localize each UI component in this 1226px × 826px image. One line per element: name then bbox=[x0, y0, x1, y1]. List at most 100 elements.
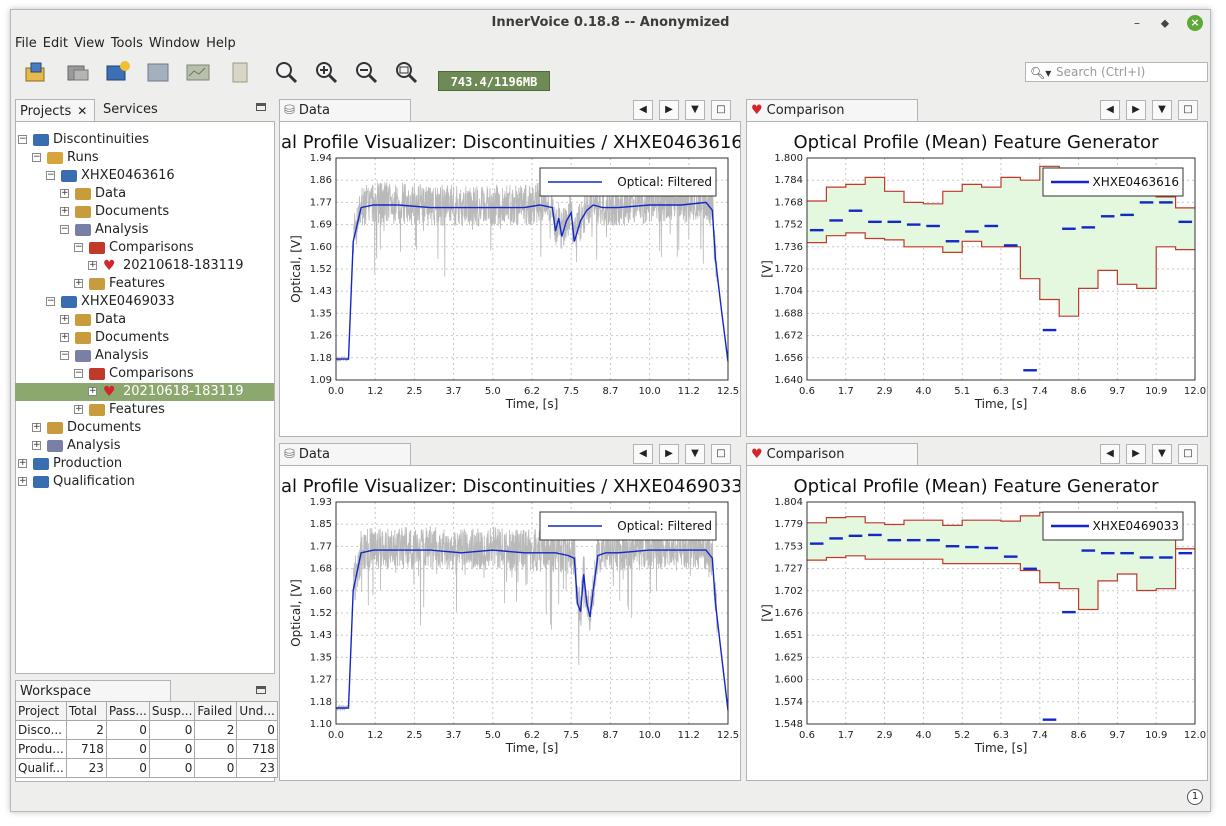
tree-node[interactable]: + ♥ 20210618-183119 bbox=[15, 383, 274, 401]
tree-node[interactable]: − Analysis bbox=[15, 347, 274, 365]
zoom-out-icon[interactable] bbox=[353, 60, 379, 84]
chart[interactable]: 0.6 1.7 2.9 4.0 5.1 6.3 7.4 8.6 9.7 10.9 12.0 1.640… bbox=[747, 122, 1207, 436]
table-row[interactable]: Qualif... 23 0 0 0 23 bbox=[15, 758, 278, 778]
tab-list-icon[interactable]: ▼ bbox=[1152, 100, 1172, 120]
expand-icon[interactable]: + bbox=[60, 333, 69, 342]
tree-node[interactable]: + Features bbox=[15, 275, 274, 293]
tree-node[interactable]: + Documents bbox=[15, 329, 274, 347]
tab-workspace-statistics[interactable]: Workspace Statistics✕ bbox=[15, 680, 171, 722]
search-input[interactable]: 🔍︎▾ Search (Ctrl+I) bbox=[1025, 62, 1208, 82]
expand-icon[interactable]: + bbox=[88, 387, 97, 396]
collapse-icon[interactable]: − bbox=[74, 369, 83, 378]
collapse-icon[interactable]: − bbox=[32, 153, 41, 162]
notification-icon[interactable]: 1 bbox=[1187, 789, 1203, 805]
minimize-panel-icon[interactable] bbox=[256, 103, 266, 111]
maximize-icon[interactable]: ⬥ bbox=[1157, 15, 1173, 31]
scroll-right-icon[interactable]: ▶ bbox=[1126, 444, 1146, 464]
new-project-icon[interactable] bbox=[105, 60, 131, 84]
scroll-left-icon[interactable]: ◀ bbox=[633, 100, 653, 120]
tree-node[interactable]: − Runs bbox=[15, 149, 274, 167]
tab-services[interactable]: Services bbox=[99, 99, 169, 121]
expand-icon[interactable]: + bbox=[60, 315, 69, 324]
expand-icon[interactable]: + bbox=[32, 423, 41, 432]
tree-node[interactable]: − XHXE0469033 bbox=[15, 293, 274, 311]
menu-file[interactable]: File bbox=[13, 35, 39, 53]
scroll-left-icon[interactable]: ◀ bbox=[1100, 444, 1120, 464]
table-row[interactable]: Disco... 2 0 0 2 0 bbox=[15, 720, 278, 740]
expand-icon[interactable]: + bbox=[18, 459, 27, 468]
tree-node[interactable]: − Discontinuities bbox=[15, 131, 274, 149]
scroll-right-icon[interactable]: ▶ bbox=[1126, 100, 1146, 120]
chart[interactable]: 0.0 1.2 2.5 3.7 5.0 6.2 7.5 8.7 10.0 11.2 12.5 1.09… bbox=[280, 122, 740, 436]
scroll-right-icon[interactable]: ▶ bbox=[659, 444, 679, 464]
menu-edit[interactable]: Edit bbox=[41, 35, 70, 53]
tab-comparison-visualizer[interactable]: ♥Comparison Visualizer✕ bbox=[746, 99, 918, 141]
maximize-panel-icon[interactable]: □ bbox=[1178, 100, 1198, 120]
menu-view[interactable]: View bbox=[72, 35, 107, 53]
chart[interactable]: 0.6 1.7 2.9 4.0 5.2 6.3 7.4 8.6 9.7 10.9 12.0 1.548… bbox=[747, 466, 1207, 780]
maximize-panel-icon[interactable]: □ bbox=[711, 444, 731, 464]
tab-list-icon[interactable]: ▼ bbox=[1152, 444, 1172, 464]
tree-node[interactable]: − Analysis bbox=[15, 221, 274, 239]
collapse-icon[interactable]: − bbox=[46, 297, 55, 306]
collapse-icon[interactable]: − bbox=[60, 225, 69, 234]
tree-node[interactable]: + Qualification bbox=[15, 473, 274, 491]
tree-node[interactable]: + Documents bbox=[15, 203, 274, 221]
maximize-panel-icon[interactable]: □ bbox=[1178, 444, 1198, 464]
zoom-in-icon[interactable] bbox=[313, 60, 339, 84]
tree-node[interactable]: + Documents bbox=[15, 419, 274, 437]
collapse-icon[interactable]: − bbox=[18, 135, 27, 144]
close-icon[interactable]: × bbox=[1187, 15, 1203, 31]
minimize-icon[interactable]: – bbox=[1129, 15, 1145, 31]
chart-tool-icon[interactable] bbox=[185, 60, 211, 84]
expand-icon[interactable]: + bbox=[18, 477, 27, 486]
import-icon[interactable] bbox=[145, 60, 171, 84]
expand-icon[interactable]: + bbox=[32, 441, 41, 450]
scroll-left-icon[interactable]: ◀ bbox=[1100, 100, 1120, 120]
maximize-panel-icon[interactable]: □ bbox=[711, 100, 731, 120]
tree-node[interactable]: + ♥ 20210618-183119 bbox=[15, 257, 274, 275]
menu-tools[interactable]: Tools bbox=[109, 35, 145, 53]
tree-node[interactable]: + Features bbox=[15, 401, 274, 419]
expand-icon[interactable]: + bbox=[88, 261, 97, 270]
report-icon[interactable] bbox=[227, 60, 253, 84]
tree-node[interactable]: − XHXE0463616 bbox=[15, 167, 274, 185]
tree-node[interactable]: + Analysis bbox=[15, 437, 274, 455]
expand-icon[interactable]: + bbox=[74, 405, 83, 414]
expand-icon[interactable]: + bbox=[74, 279, 83, 288]
column-header[interactable]: Pass... bbox=[105, 701, 150, 721]
column-header[interactable]: Total bbox=[65, 701, 107, 721]
expand-icon[interactable]: + bbox=[60, 189, 69, 198]
scroll-left-icon[interactable]: ◀ bbox=[633, 444, 653, 464]
collapse-icon[interactable]: − bbox=[60, 351, 69, 360]
column-header[interactable]: Susp... bbox=[148, 701, 196, 721]
tree-node[interactable]: + Data bbox=[15, 185, 274, 203]
close-project-icon[interactable] bbox=[65, 60, 91, 84]
tree-node[interactable]: + Data bbox=[15, 311, 274, 329]
tab-list-icon[interactable]: ▼ bbox=[685, 100, 705, 120]
collapse-icon[interactable]: − bbox=[74, 243, 83, 252]
search-icon[interactable]: 🔍︎▾ bbox=[1030, 64, 1052, 82]
menu-window[interactable]: Window bbox=[147, 35, 202, 53]
tab-data-visualizer[interactable]: ⛁Data Visualizer✕ bbox=[279, 443, 411, 485]
tree-node[interactable]: − Comparisons bbox=[15, 365, 274, 383]
search-tool-icon[interactable] bbox=[273, 60, 299, 84]
tree-node[interactable]: − Comparisons bbox=[15, 239, 274, 257]
tab-projects[interactable]: Projects ✕ bbox=[15, 99, 95, 121]
tab-data-visualizer[interactable]: ⛁Data Visualizer✕ bbox=[279, 99, 411, 141]
chart[interactable]: 0.0 1.2 2.5 3.7 5.0 6.2 7.5 8.7 10.0 11.2 12.5 1.10… bbox=[280, 466, 740, 780]
memory-indicator[interactable]: 743.4/1196MB bbox=[438, 71, 550, 91]
column-header[interactable]: Failed bbox=[194, 701, 238, 721]
minimize-panel-icon[interactable] bbox=[256, 686, 266, 694]
tab-comparison-visualizer[interactable]: ♥Comparison Visualizer✕ bbox=[746, 443, 918, 485]
table-row[interactable]: Produ... 718 0 0 0 718 bbox=[15, 739, 278, 759]
scroll-right-icon[interactable]: ▶ bbox=[659, 100, 679, 120]
column-header[interactable]: Und... bbox=[236, 701, 278, 721]
close-tab-icon[interactable]: ✕ bbox=[77, 104, 87, 118]
open-project-icon[interactable] bbox=[23, 60, 49, 84]
collapse-icon[interactable]: − bbox=[46, 171, 55, 180]
expand-icon[interactable]: + bbox=[60, 207, 69, 216]
menu-help[interactable]: Help bbox=[204, 35, 238, 53]
tree-node[interactable]: + Production bbox=[15, 455, 274, 473]
zoom-fit-icon[interactable] bbox=[393, 60, 419, 84]
